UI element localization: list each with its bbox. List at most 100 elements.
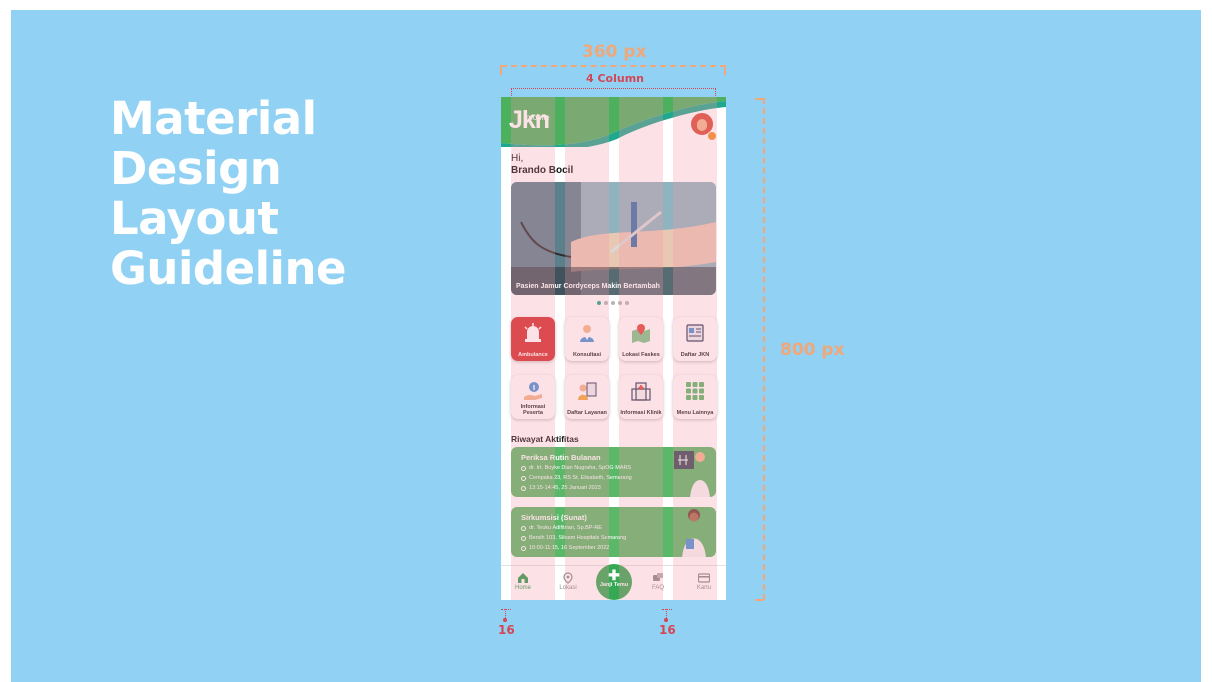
- banner-caption: Pasien Jamur Cordyceps Makin Bertambah: [516, 283, 660, 290]
- activity-time: 10:00-11:15, 16 September 2022: [529, 545, 610, 551]
- menu-label: Daftar Layanan: [567, 410, 607, 416]
- person-icon: [521, 525, 526, 531]
- activity-doctor: dr. Irt. Boyke Dian Nugraha, SpOG MARS: [529, 465, 632, 471]
- jkn-logo: Jkn mobile: [509, 105, 550, 135]
- clock-icon: [521, 545, 526, 551]
- width-dimension-line: [501, 65, 726, 67]
- nav-label: Lokasi: [559, 585, 577, 591]
- activity-place: Cempaka 23, RS St. Elisabeth, Semarang: [529, 475, 632, 481]
- nav-kartu[interactable]: Kartu: [684, 572, 724, 591]
- activity-title: Sirkumsisi (Sunat): [521, 513, 587, 522]
- menu-lokasi-faskes[interactable]: Lokasi Faskes: [619, 317, 663, 361]
- plus-icon: ✚: [608, 567, 620, 583]
- banner-image: [511, 182, 716, 295]
- home-icon: [518, 573, 528, 583]
- bottom-navigation: Home Lokasi ✚ Janji Temu FAQ Kartu: [501, 564, 726, 600]
- chat-icon: [653, 573, 663, 581]
- menu-informasi-peserta[interactable]: Informasi Peserta: [511, 375, 555, 419]
- height-label: 800 px: [780, 340, 845, 360]
- activity-doctor-row: dr. Irt. Boyke Dian Nugraha, SpOG MARS: [521, 465, 631, 471]
- activity-section-title: Riwayat Aktifitas: [511, 434, 579, 444]
- columns-label: 4 Column: [586, 72, 645, 85]
- location-icon: [521, 535, 526, 541]
- menu-lainnya[interactable]: Menu Lainnya: [673, 375, 717, 419]
- activity-time-row: 10:00-11:15, 16 September 2022: [521, 545, 609, 551]
- avatar-face: [697, 119, 707, 131]
- greeting: Hi, Brando Bocil: [511, 153, 573, 177]
- height-dimension-tick: [755, 98, 764, 100]
- hospital-icon: [631, 382, 651, 401]
- activity-place-row: Cempaka 23, RS St. Elisabeth, Semarang: [521, 475, 632, 481]
- height-dimension-tick: [755, 599, 764, 601]
- activity-time-row: 13:15-14:45, 25 Januari 2023: [521, 485, 601, 491]
- map-pin-icon: [632, 324, 650, 343]
- carousel-dot[interactable]: [604, 301, 608, 305]
- carousel-dot-active[interactable]: [597, 301, 601, 305]
- menu-daftar-jkn[interactable]: Daftar JKN: [673, 317, 717, 361]
- phone-screen: Jkn mobile Hi, Brando Bocil Pasien Jamur…: [501, 97, 726, 600]
- location-icon: [563, 572, 573, 584]
- width-dimension-tick: [500, 65, 502, 75]
- location-icon: [521, 475, 526, 481]
- activity-card[interactable]: Periksa Rutin Bulanan dr. Irt. Boyke Dia…: [511, 447, 716, 497]
- menu-label: Menu Lainnya: [676, 410, 714, 416]
- carousel-dot[interactable]: [618, 301, 622, 305]
- height-dimension-line: [763, 98, 765, 600]
- left-margin-dot: [503, 618, 507, 622]
- menu-daftar-layanan[interactable]: Daftar Layanan: [565, 375, 609, 419]
- service-menu: Ambulance Konsultasi Lokasi Faskes Dafta…: [511, 317, 717, 419]
- menu-label: Lokasi Faskes: [622, 352, 660, 358]
- nav-faq[interactable]: FAQ: [638, 572, 678, 591]
- activity-place-row: Bersih 103, Siloam Hospitals Semarang: [521, 535, 626, 541]
- nav-lokasi[interactable]: Lokasi: [548, 572, 588, 591]
- gutter-label: 16: [659, 623, 676, 637]
- menu-label: Ambulance: [518, 352, 548, 358]
- user-name: Brando Bocil: [511, 165, 574, 176]
- left-margin-line: [501, 609, 511, 610]
- columns-span-tick: [715, 88, 716, 96]
- news-banner[interactable]: Pasien Jamur Cordyceps Makin Bertambah: [511, 182, 716, 295]
- nav-janji-temu-button[interactable]: ✚ Janji Temu: [596, 564, 632, 600]
- menu-informasi-klinik[interactable]: Informasi Klinik: [619, 375, 663, 419]
- grid-icon: [686, 382, 704, 400]
- activity-place: Bersih 103, Siloam Hospitals Semarang: [529, 535, 627, 541]
- nav-label: Kartu: [696, 585, 712, 591]
- menu-ambulance[interactable]: Ambulance: [511, 317, 555, 361]
- siren-icon: [524, 323, 542, 342]
- carousel-dots: [597, 301, 629, 305]
- heading-line: Layout: [110, 192, 279, 245]
- gutter-dot: [664, 618, 668, 622]
- activity-doctor-row: dr. Teuku Adifitrian, Sp.BP-RE: [521, 525, 602, 531]
- document-icon: [686, 324, 704, 342]
- activity-card[interactable]: Sirkumsisi (Sunat) dr. Teuku Adifitrian,…: [511, 507, 716, 557]
- activity-doctor: dr. Teuku Adifitrian, Sp.BP-RE: [529, 525, 602, 531]
- activity-time: 13:15-14:45, 25 Januari 2023: [529, 485, 601, 491]
- menu-label: Informasi Klinik: [620, 410, 662, 416]
- menu-konsultasi[interactable]: Konsultasi: [565, 317, 609, 361]
- nav-label: Home: [514, 585, 531, 591]
- nav-home[interactable]: Home: [503, 572, 543, 591]
- carousel-dot[interactable]: [625, 301, 629, 305]
- card-icon: [698, 573, 710, 583]
- logo-subtext: mobile: [526, 113, 550, 122]
- menu-label: Informasi Peserta: [520, 404, 546, 416]
- clock-icon: [521, 485, 526, 491]
- nav-label: Janji Temu: [599, 582, 629, 588]
- doctor-xray-illustration: [674, 451, 710, 497]
- width-label: 360 px: [582, 42, 647, 62]
- doctor-icon: [580, 325, 594, 342]
- left-margin-label: 16: [498, 623, 515, 637]
- avatar-badge: [707, 131, 717, 141]
- columns-span-tick: [511, 88, 512, 96]
- width-dimension-tick: [724, 65, 726, 75]
- heading-line: Guideline: [110, 242, 347, 295]
- menu-label: Daftar JKN: [680, 352, 710, 358]
- carousel-dot[interactable]: [611, 301, 615, 305]
- menu-label: Konsultasi: [572, 352, 602, 358]
- service-list-icon: [578, 382, 597, 400]
- nurse-illustration: [682, 509, 706, 557]
- person-icon: [521, 465, 526, 471]
- gutter-line: [662, 609, 672, 610]
- info-hand-icon: [524, 382, 542, 400]
- greeting-text: Hi,: [511, 153, 524, 164]
